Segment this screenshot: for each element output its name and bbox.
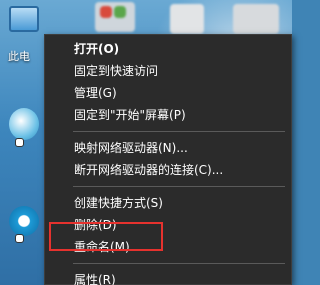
app-icon [9,108,39,140]
blurred-region [233,4,279,34]
media-app-icon[interactable] [6,206,42,236]
blurred-region [100,6,112,18]
menu-item[interactable]: 固定到"开始"屏幕(P) [45,104,291,126]
blurred-region [114,6,126,18]
app-icon [9,206,39,236]
menu-item[interactable]: 断开网络驱动器的连接(C)... [45,159,291,181]
menu-item[interactable]: 管理(G) [45,82,291,104]
menu-item[interactable]: 打开(O) [45,38,291,60]
shortcut-arrow-icon [14,234,24,243]
menu-item[interactable]: 固定到快速访问 [45,60,291,82]
app-shortcut-icon[interactable] [6,108,42,140]
menu-item[interactable]: 创建快捷方式(S) [45,192,291,214]
desktop-icon-label: 此电 [8,50,30,63]
highlight-box [49,222,163,251]
monitor-icon [9,6,39,32]
menu-item[interactable]: 映射网络驱动器(N)... [45,137,291,159]
menu-separator [73,131,285,132]
menu-separator [73,186,285,187]
shortcut-arrow-icon [14,138,24,147]
menu-separator [73,263,285,264]
this-pc-icon[interactable] [6,6,42,32]
menu-item[interactable]: 属性(R) [45,269,291,285]
blurred-region [170,4,204,34]
